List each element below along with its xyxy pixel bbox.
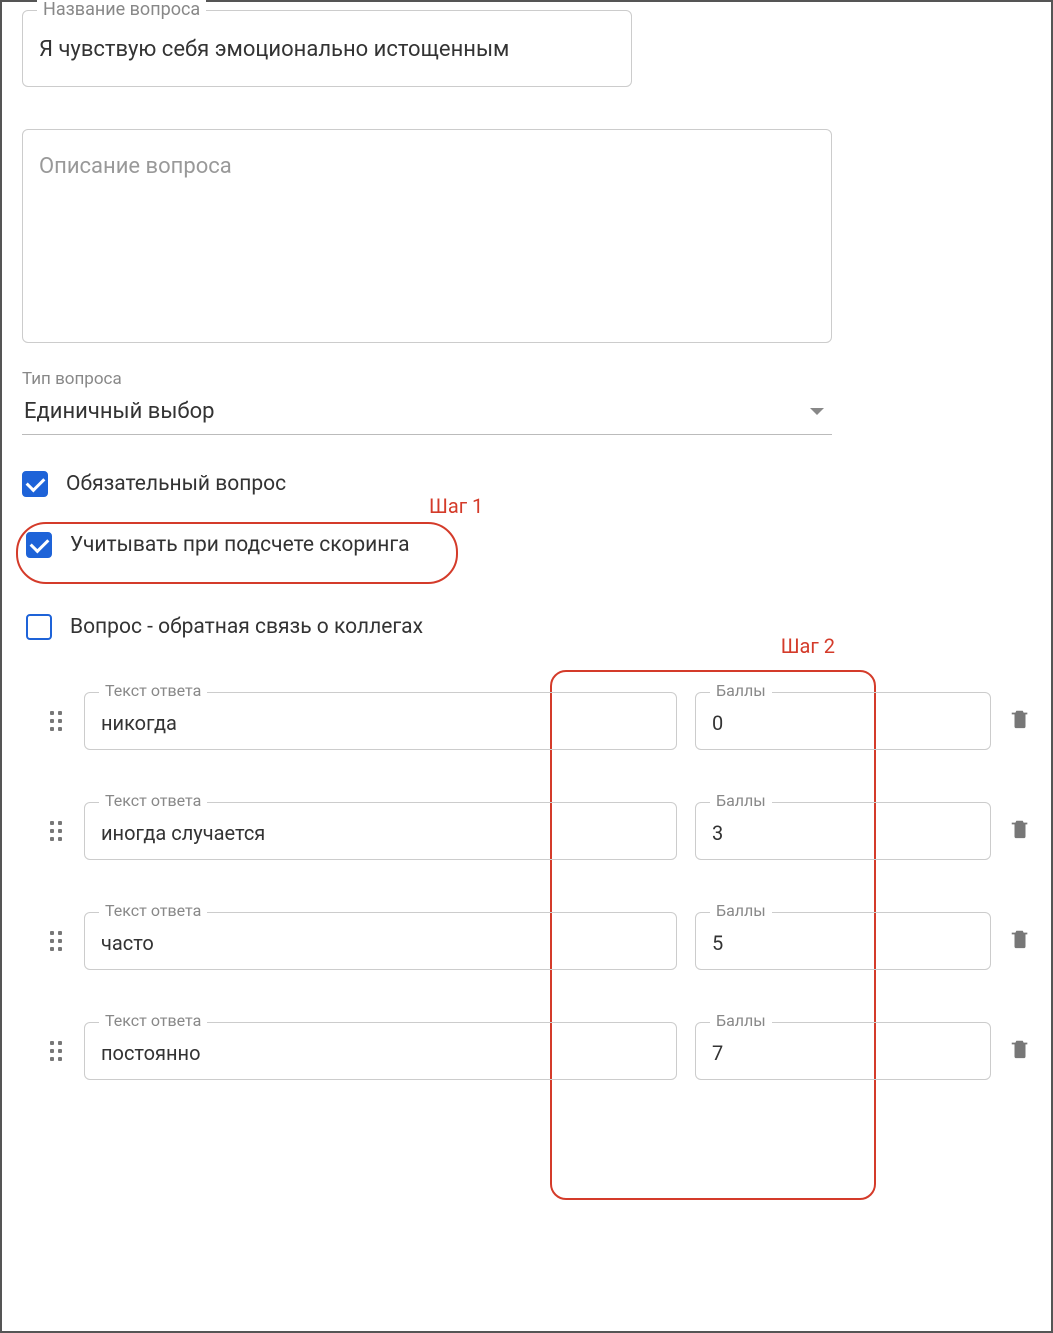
chevron-down-icon	[810, 408, 824, 415]
answers-list: Текст ответа никогда Баллы 0 Текст ответ…	[46, 692, 1033, 1132]
answer-score-value: 3	[712, 821, 974, 845]
feedback-checkbox[interactable]	[26, 614, 52, 640]
trash-icon	[1009, 818, 1031, 840]
answer-score-field[interactable]: Баллы 0	[695, 692, 991, 750]
required-checkbox-label: Обязательный вопрос	[66, 472, 286, 496]
feedback-checkbox-row[interactable]: Вопрос - обратная связь о коллегах	[26, 614, 423, 640]
scoring-checkbox-row[interactable]: Учитывать при подсчете скоринга	[26, 532, 410, 558]
required-checkbox-row[interactable]: Обязательный вопрос	[22, 471, 1031, 497]
step-2-annotation: Шаг 2	[781, 634, 835, 658]
question-type-select[interactable]: Единичный выбор	[22, 393, 832, 435]
answer-score-label: Баллы	[710, 681, 772, 700]
feedback-checkbox-label: Вопрос - обратная связь о коллегах	[70, 615, 423, 639]
answer-row: Текст ответа никогда Баллы 0	[46, 692, 1033, 750]
delete-answer-button[interactable]	[1009, 928, 1033, 954]
question-title-label: Название вопроса	[37, 0, 206, 20]
answer-row: Текст ответа часто Баллы 5	[46, 912, 1033, 970]
answer-text-field[interactable]: Текст ответа никогда	[84, 692, 677, 750]
scoring-checkbox[interactable]	[26, 532, 52, 558]
answer-text-value: постоянно	[101, 1041, 660, 1065]
answer-score-field[interactable]: Баллы 7	[695, 1022, 991, 1080]
question-type-label: Тип вопроса	[22, 369, 832, 389]
question-description-placeholder: Описание вопроса	[39, 154, 815, 179]
answer-text-value: иногда случается	[101, 821, 660, 845]
drag-handle-icon[interactable]	[46, 711, 66, 731]
answer-score-label: Баллы	[710, 901, 772, 920]
trash-icon	[1009, 1038, 1031, 1060]
scoring-checkbox-label: Учитывать при подсчете скоринга	[70, 533, 410, 557]
answer-row: Текст ответа иногда случается Баллы 3	[46, 802, 1033, 860]
answer-text-value: никогда	[101, 711, 660, 735]
trash-icon	[1009, 928, 1031, 950]
step-1-annotation: Шаг 1	[429, 494, 483, 518]
answer-text-label: Текст ответа	[99, 791, 207, 810]
answer-text-label: Текст ответа	[99, 1011, 207, 1030]
question-title-field[interactable]: Название вопроса Я чувствую себя эмоцион…	[22, 10, 632, 87]
answer-text-value: часто	[101, 931, 660, 955]
delete-answer-button[interactable]	[1009, 1038, 1033, 1064]
question-title-value: Я чувствую себя эмоционально истощенным	[39, 35, 615, 66]
answer-score-value: 0	[712, 711, 974, 735]
required-checkbox[interactable]	[22, 471, 48, 497]
answer-score-field[interactable]: Баллы 5	[695, 912, 991, 970]
trash-icon	[1009, 708, 1031, 730]
answer-score-label: Баллы	[710, 791, 772, 810]
drag-handle-icon[interactable]	[46, 821, 66, 841]
delete-answer-button[interactable]	[1009, 708, 1033, 734]
answer-text-label: Текст ответа	[99, 681, 207, 700]
answer-score-value: 5	[712, 931, 974, 955]
answer-text-field[interactable]: Текст ответа иногда случается	[84, 802, 677, 860]
answer-score-label: Баллы	[710, 1011, 772, 1030]
question-type-value: Единичный выбор	[24, 399, 214, 424]
answer-score-value: 7	[712, 1041, 974, 1065]
drag-handle-icon[interactable]	[46, 1041, 66, 1061]
answer-text-label: Текст ответа	[99, 901, 207, 920]
delete-answer-button[interactable]	[1009, 818, 1033, 844]
answer-text-field[interactable]: Текст ответа постоянно	[84, 1022, 677, 1080]
answer-score-field[interactable]: Баллы 3	[695, 802, 991, 860]
question-description-field[interactable]: Описание вопроса	[22, 129, 832, 343]
drag-handle-icon[interactable]	[46, 931, 66, 951]
answer-row: Текст ответа постоянно Баллы 7	[46, 1022, 1033, 1080]
answer-text-field[interactable]: Текст ответа часто	[84, 912, 677, 970]
